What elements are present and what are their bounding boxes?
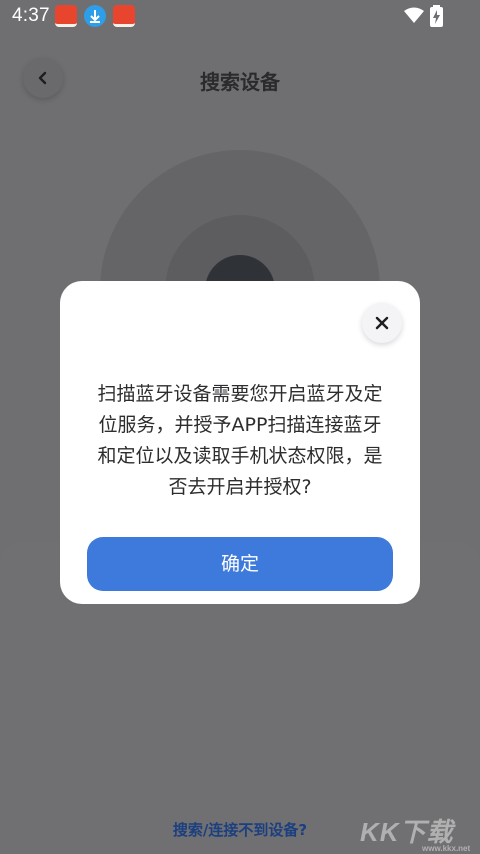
- download-notification-icon: [84, 5, 106, 27]
- dialog-message: 扫描蓝牙设备需要您开启蓝牙及定 位服务，并授予APP扫描连接蓝牙 和定位以及读取…: [76, 379, 404, 503]
- battery-charging-icon: [430, 5, 443, 27]
- dialog-message-line: 位服务，并授予APP扫描连接蓝牙: [98, 414, 382, 436]
- page-title: 搜索设备: [200, 70, 280, 94]
- confirm-button[interactable]: 确定: [87, 537, 393, 591]
- dialog-message-line: 扫描蓝牙设备需要您开启蓝牙及定: [97, 383, 383, 405]
- dialog-message-line: 和定位以及读取手机状态权限，是: [97, 445, 383, 467]
- wifi-icon: [404, 7, 424, 23]
- status-time: 4:37: [12, 5, 50, 26]
- status-bar: 4:37: [0, 0, 480, 32]
- close-icon: [375, 316, 389, 330]
- close-button[interactable]: [362, 303, 402, 343]
- watermark-logo: KK下载 www.kkx.net: [360, 817, 471, 853]
- permission-dialog: 扫描蓝牙设备需要您开启蓝牙及定 位服务，并授予APP扫描连接蓝牙 和定位以及读取…: [60, 281, 420, 604]
- dialog-message-line: 否去开启并授权?: [168, 476, 312, 498]
- app-notification-icon: [113, 5, 135, 27]
- app-notification-icon: [55, 5, 77, 27]
